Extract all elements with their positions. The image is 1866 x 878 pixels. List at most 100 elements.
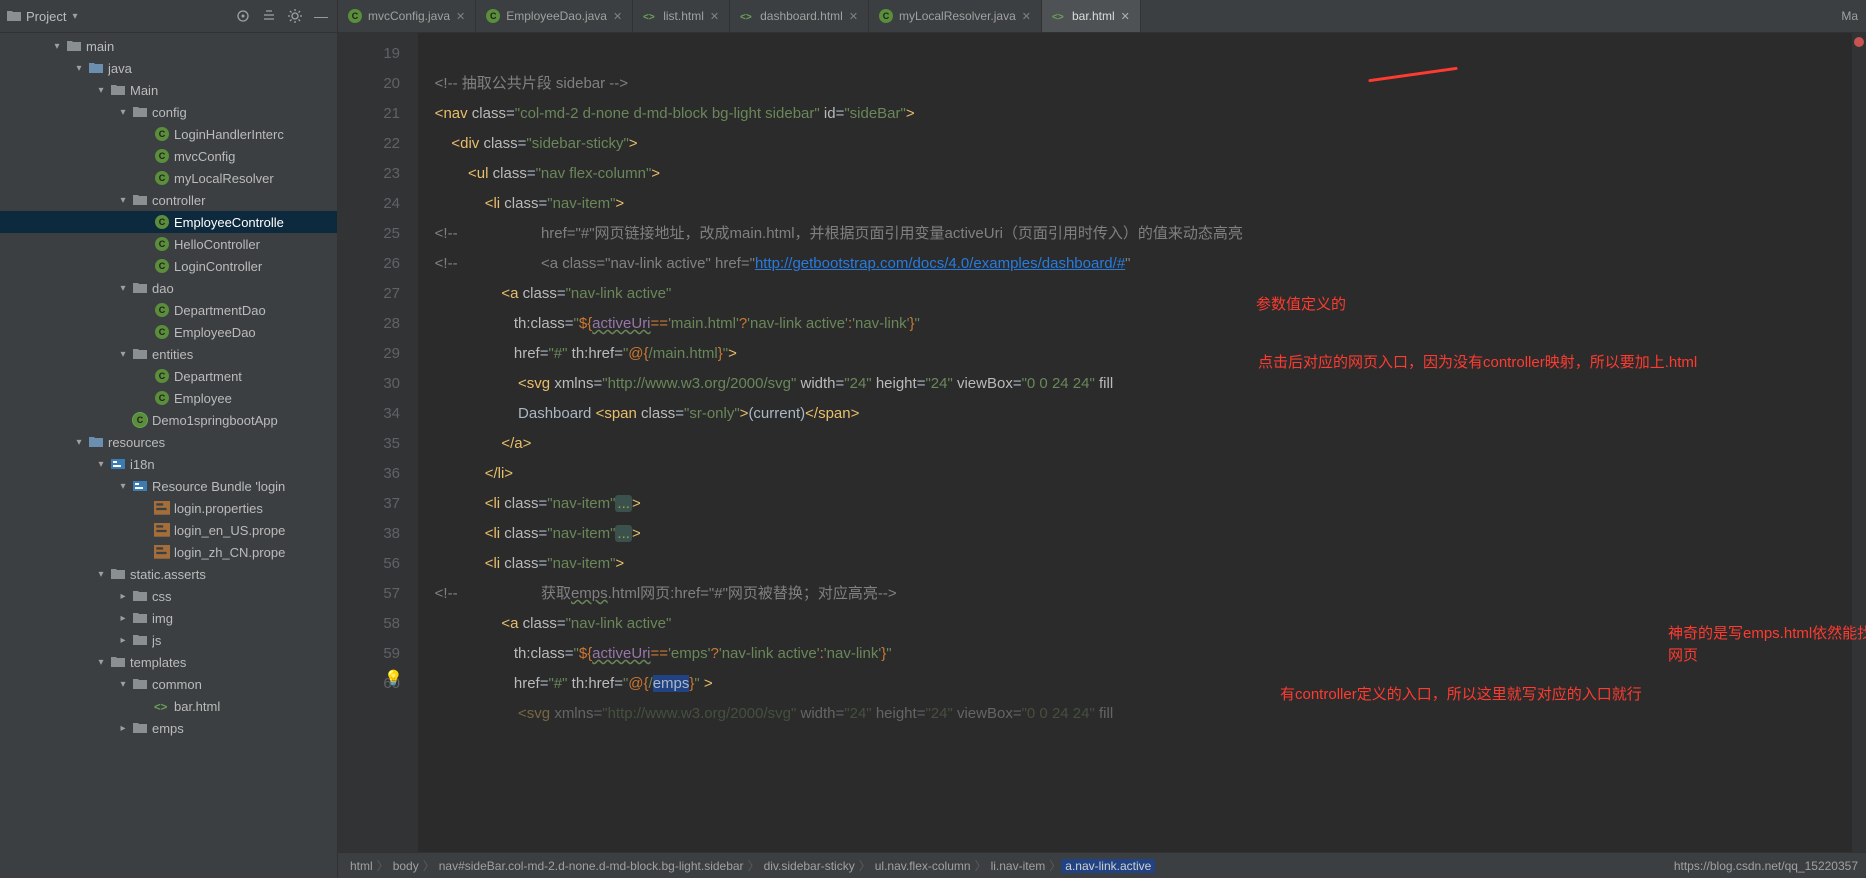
close-icon[interactable]: ✕ <box>613 10 622 23</box>
tree-item[interactable]: CLoginController <box>0 255 337 277</box>
tree-item-label: js <box>152 633 337 648</box>
tree-arrow-icon[interactable]: ▾ <box>96 657 106 668</box>
tree-item[interactable]: ▾java <box>0 57 337 79</box>
tree-arrow-icon[interactable]: ▾ <box>118 481 128 492</box>
tree-item[interactable]: login_zh_CN.prope <box>0 541 337 563</box>
tree-arrow-icon[interactable]: ▾ <box>52 41 62 52</box>
close-icon[interactable]: ✕ <box>1121 10 1130 23</box>
close-icon[interactable]: ✕ <box>456 10 465 23</box>
tree-arrow-icon[interactable]: ▸ <box>118 723 128 734</box>
breadcrumb-item[interactable]: ul.nav.flex-column <box>871 859 975 873</box>
breadcrumb-item[interactable]: li.nav-item <box>987 859 1050 873</box>
tree-arrow-icon[interactable]: ▸ <box>118 613 128 624</box>
tree-item[interactable]: CmyLocalResolver <box>0 167 337 189</box>
tree-arrow-icon[interactable]: ▾ <box>118 195 128 206</box>
settings-button[interactable] <box>285 6 305 26</box>
tree-item[interactable]: ▾config <box>0 101 337 123</box>
tree-item-label: templates <box>130 655 337 670</box>
tree-arrow-icon[interactable]: ▸ <box>118 635 128 646</box>
tree-item[interactable]: CHelloController <box>0 233 337 255</box>
editor-tab[interactable]: CEmployeeDao.java✕ <box>476 0 633 32</box>
breadcrumb-item[interactable]: html <box>346 859 377 873</box>
folder-icon <box>110 83 126 97</box>
chevron-right-icon: 〉 <box>377 857 389 874</box>
tree-item[interactable]: ▾common <box>0 673 337 695</box>
tree-item[interactable]: login_en_US.prope <box>0 519 337 541</box>
project-panel-title[interactable]: Project ▾ <box>6 8 78 24</box>
tab-label: mvcConfig.java <box>368 9 450 23</box>
tree-item[interactable]: CEmployee <box>0 387 337 409</box>
breadcrumb-bar: html 〉body 〉nav#sideBar.col-md-2.d-none.… <box>338 852 1866 878</box>
editor-tabs: CmvcConfig.java✕CEmployeeDao.java✕<>list… <box>338 0 1866 33</box>
tree-item[interactable]: ▾dao <box>0 277 337 299</box>
breadcrumb-item[interactable]: a.nav-link.active <box>1061 859 1155 873</box>
breadcrumb-item[interactable]: nav#sideBar.col-md-2.d-none.d-md-block.b… <box>435 859 748 873</box>
svg-text:<>: <> <box>154 702 168 714</box>
editor-tab[interactable]: CmyLocalResolver.java✕ <box>869 0 1042 32</box>
tree-item-label: EmployeeDao <box>174 325 337 340</box>
class-icon: C <box>154 391 170 405</box>
tree-item[interactable]: CmvcConfig <box>0 145 337 167</box>
breadcrumb-item[interactable]: div.sidebar-sticky <box>760 859 859 873</box>
tree-item[interactable]: CLoginHandlerInterc <box>0 123 337 145</box>
class-icon: C <box>154 303 170 317</box>
close-icon[interactable]: ✕ <box>710 10 719 23</box>
tree-item[interactable]: ▾static.asserts <box>0 563 337 585</box>
tree-item[interactable]: ▸ js <box>0 629 337 651</box>
tree-arrow-icon[interactable]: ▾ <box>118 679 128 690</box>
intention-bulb-icon[interactable]: 💡 <box>384 669 403 687</box>
editor-tab[interactable]: <>list.html✕ <box>633 0 730 32</box>
tree-item[interactable]: ▾ templates <box>0 651 337 673</box>
project-tree[interactable]: ▾main▾java▾Main▾configCLoginHandlerInter… <box>0 33 337 878</box>
tree-item[interactable]: login.properties <box>0 497 337 519</box>
folder-icon <box>132 589 148 603</box>
tree-item[interactable]: ▸ img <box>0 607 337 629</box>
tree-item[interactable]: ▾main <box>0 35 337 57</box>
line-gutter: 1920212223242526272829303435363738565758… <box>338 33 418 852</box>
tree-arrow-icon[interactable]: ▾ <box>96 85 106 96</box>
editor-tab[interactable]: CmvcConfig.java ✕ <box>338 0 476 32</box>
tree-arrow-icon[interactable]: ▾ <box>74 63 84 74</box>
tree-item[interactable]: CDemo1springbootApp <box>0 409 337 431</box>
code-content[interactable]: <!-- 抽取公共片段 sidebar --> <nav class="col-… <box>418 33 1866 852</box>
error-stripe[interactable] <box>1852 33 1866 852</box>
project-panel-title-label: Project <box>26 9 66 24</box>
class-icon: C <box>154 325 170 339</box>
tree-item-label: Demo1springbootApp <box>152 413 337 428</box>
tree-item[interactable]: ▾controller <box>0 189 337 211</box>
tree-item[interactable]: C EmployeeDao <box>0 321 337 343</box>
breadcrumb-item[interactable]: body <box>389 859 423 873</box>
tree-item[interactable]: ▾entities <box>0 343 337 365</box>
tree-item[interactable]: ▾ Resource Bundle 'login <box>0 475 337 497</box>
tree-arrow-icon[interactable]: ▾ <box>118 349 128 360</box>
folder-icon <box>132 633 148 647</box>
locate-button[interactable] <box>233 6 253 26</box>
tree-item-label: Resource Bundle 'login <box>152 479 337 494</box>
tree-arrow-icon[interactable]: ▾ <box>118 107 128 118</box>
tree-arrow-icon[interactable]: ▾ <box>74 437 84 448</box>
tree-item[interactable]: ▾i18n <box>0 453 337 475</box>
tree-item[interactable]: ▾Main <box>0 79 337 101</box>
editor-tab[interactable]: <>dashboard.html✕ <box>730 0 869 32</box>
editor-tab[interactable]: <>bar.html✕ <box>1042 0 1141 32</box>
tree-item[interactable]: ▸css <box>0 585 337 607</box>
tree-item[interactable]: <>bar.html <box>0 695 337 717</box>
tree-arrow-icon[interactable]: ▾ <box>118 283 128 294</box>
close-icon[interactable]: ✕ <box>1022 10 1031 23</box>
hide-button[interactable]: — <box>311 6 331 26</box>
tree-item[interactable]: CEmployeeControlle <box>0 211 337 233</box>
tree-item[interactable]: CDepartment <box>0 365 337 387</box>
error-marker-icon[interactable] <box>1854 37 1864 47</box>
tree-item-label: img <box>152 611 337 626</box>
tree-item[interactable]: ▾resources <box>0 431 337 453</box>
tree-item[interactable]: CDepartmentDao <box>0 299 337 321</box>
tree-arrow-icon[interactable]: ▾ <box>96 459 106 470</box>
close-icon[interactable]: ✕ <box>849 10 858 23</box>
tree-item[interactable]: ▸emps <box>0 717 337 739</box>
folder-icon <box>132 611 148 625</box>
class-icon: C <box>348 9 362 23</box>
code-editor[interactable]: 1920212223242526272829303435363738565758… <box>338 33 1866 852</box>
tree-arrow-icon[interactable]: ▾ <box>96 569 106 580</box>
expand-all-button[interactable] <box>259 6 279 26</box>
tree-arrow-icon[interactable]: ▸ <box>118 591 128 602</box>
